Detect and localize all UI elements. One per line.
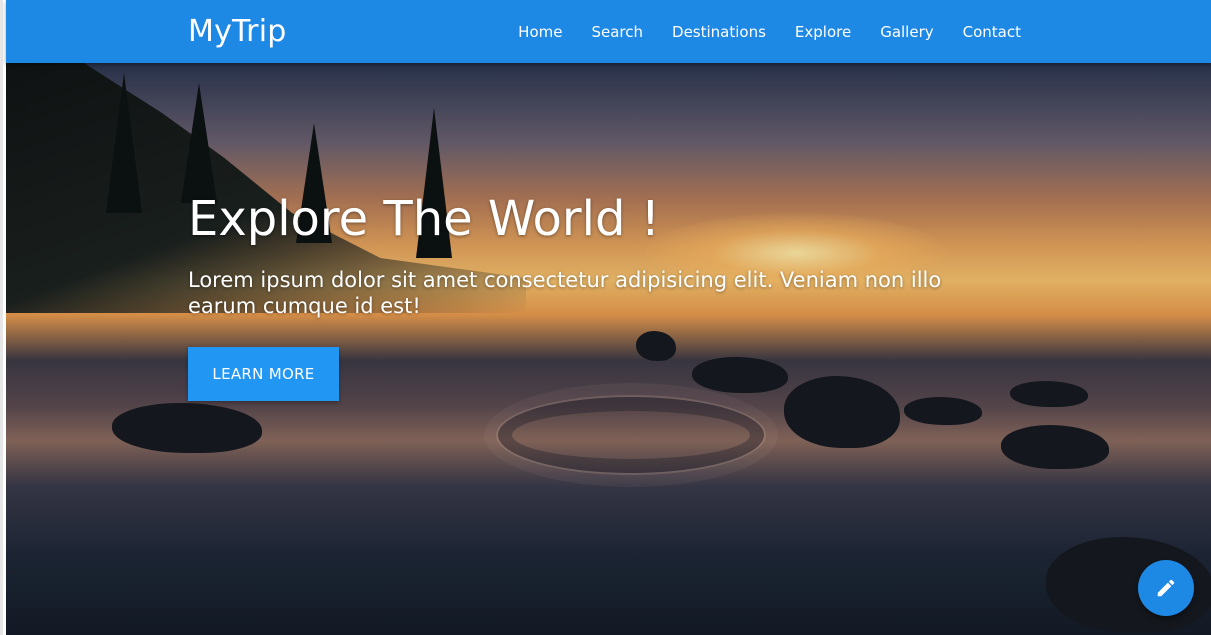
nav-destinations-link[interactable]: Destinations [672, 23, 766, 41]
nav-contact-link[interactable]: Contact [963, 23, 1021, 41]
main-nav: Home Search Destinations Explore Gallery… [489, 0, 1021, 63]
hero-lead-text: Lorem ipsum dolor sit amet consectetur a… [188, 268, 942, 318]
learn-more-button[interactable]: LEARN MORE [188, 347, 339, 401]
page: MyTrip Home Search Destinations Explore … [0, 0, 1211, 635]
navbar: MyTrip Home Search Destinations Explore … [6, 0, 1211, 63]
hero-headline: Explore The World ! [188, 191, 660, 247]
nav-gallery-link[interactable]: Gallery [880, 23, 933, 41]
edit-fab-button[interactable] [1138, 560, 1194, 616]
hero-overlay [6, 63, 1211, 635]
nav-search-link[interactable]: Search [591, 23, 643, 41]
pencil-icon [1157, 579, 1175, 597]
brand-logo[interactable]: MyTrip [188, 14, 286, 49]
nav-home-link[interactable]: Home [518, 23, 562, 41]
hero-section: Explore The World ! Lorem ipsum dolor si… [6, 63, 1211, 635]
nav-explore-link[interactable]: Explore [795, 23, 851, 41]
